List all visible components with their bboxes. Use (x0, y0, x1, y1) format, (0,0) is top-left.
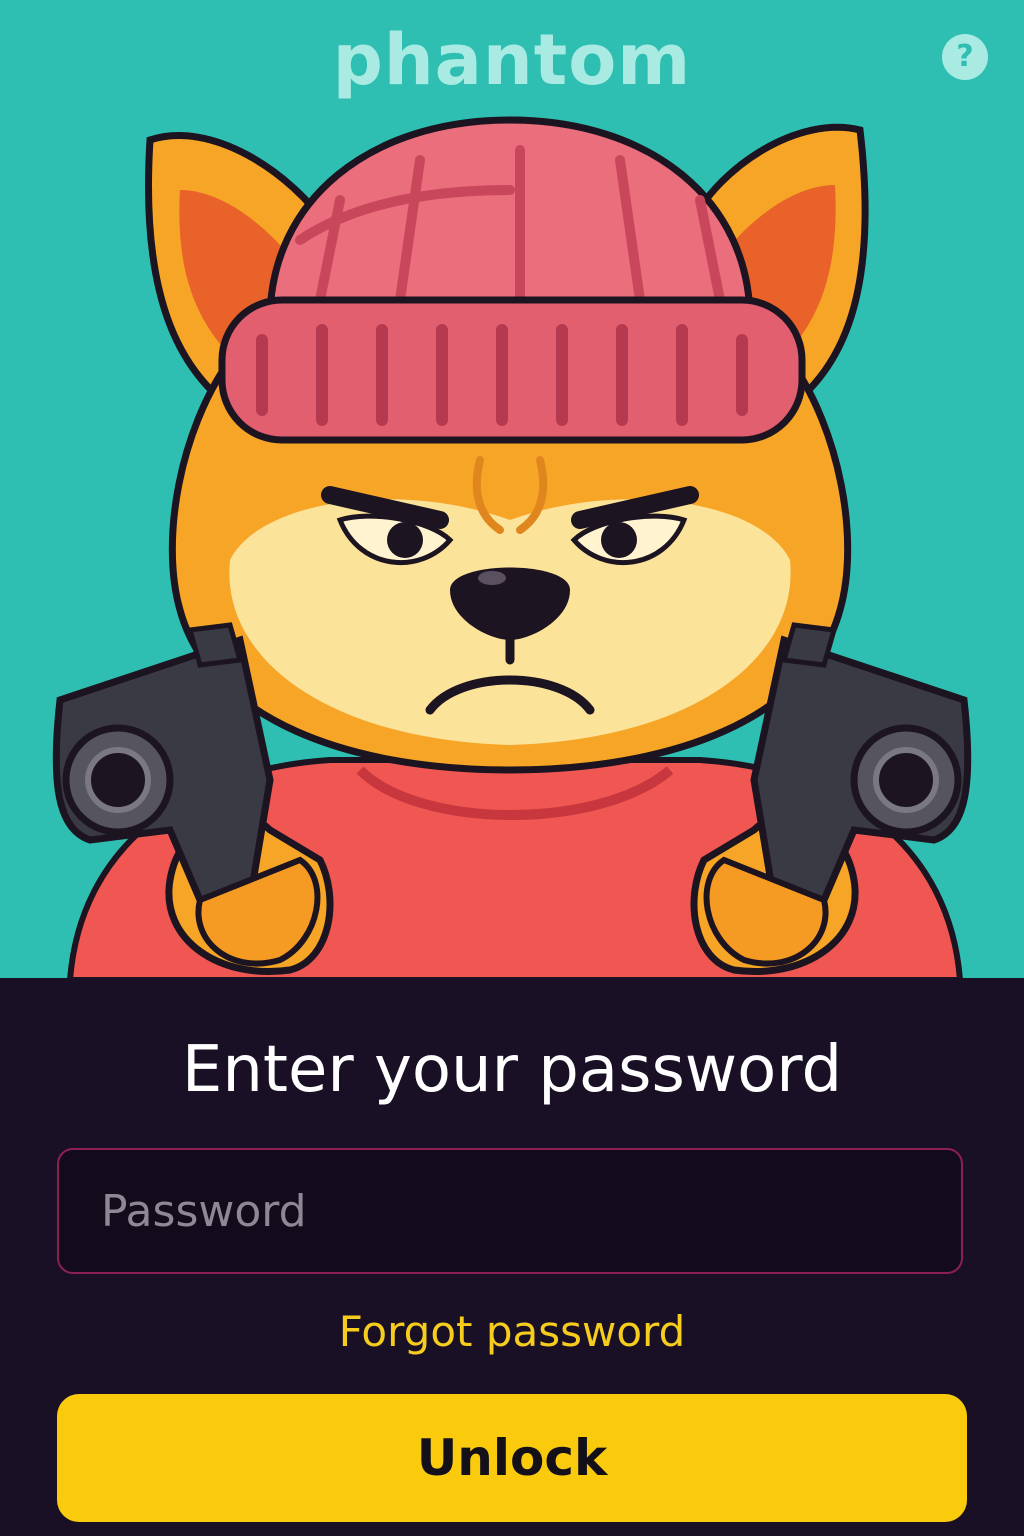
password-input[interactable] (57, 1148, 963, 1274)
help-button[interactable]: ? (942, 34, 988, 80)
unlock-button[interactable]: Unlock (57, 1394, 967, 1522)
dog-mascot-illustration (52, 116, 972, 978)
question-circle-icon: ? (956, 39, 974, 74)
forgot-password-link[interactable]: Forgot password (0, 1304, 1024, 1360)
hero-banner: phantom ? (0, 0, 1024, 978)
page-title: Enter your password (181, 1033, 843, 1107)
unlock-screen: phantom ? Enter your password Forgot pas… (0, 0, 1024, 1536)
app-title: phantom (332, 19, 692, 101)
